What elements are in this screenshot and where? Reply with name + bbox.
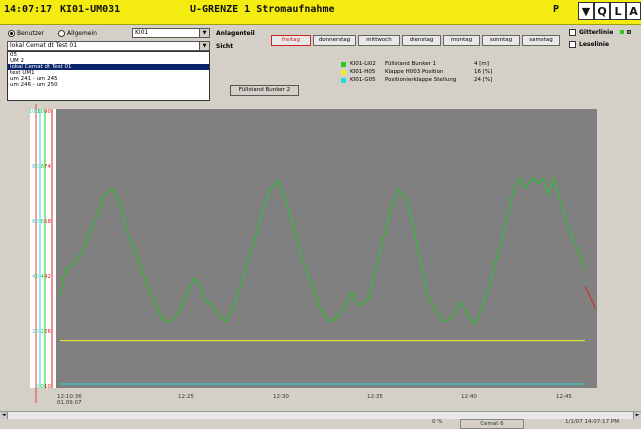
y-tick-label: 26: [44, 329, 51, 335]
y-tick-label: 74: [44, 164, 51, 170]
x-tick-label: 12:35: [367, 394, 383, 400]
y-tick-label: 58: [44, 219, 51, 225]
scroll-left-icon[interactable]: ◄: [0, 412, 8, 419]
x-tick-label: 12:10:36 01.09.07: [57, 394, 82, 406]
y-tick-label: 42: [44, 274, 51, 280]
x-tick-label: 12:30: [273, 394, 289, 400]
chart-svg: 100806040200108642090745842261012:10:360…: [29, 104, 597, 406]
y-tick-label: 90: [44, 109, 51, 115]
plot-background: [56, 109, 597, 388]
horizontal-scrollbar[interactable]: ◄ ►: [0, 411, 641, 419]
status-app: Cemat 6: [460, 419, 524, 429]
status-percent: 0 %: [432, 419, 443, 425]
x-tick-label: 12:40: [461, 394, 477, 400]
x-tick-label: 12:25: [178, 394, 194, 400]
y-tick-label: 10: [44, 384, 51, 390]
x-tick-label: 12:45: [556, 394, 572, 400]
status-datetime: 1/1/07 14:07:17 PM: [565, 419, 619, 425]
scroll-right-icon[interactable]: ►: [633, 412, 641, 419]
